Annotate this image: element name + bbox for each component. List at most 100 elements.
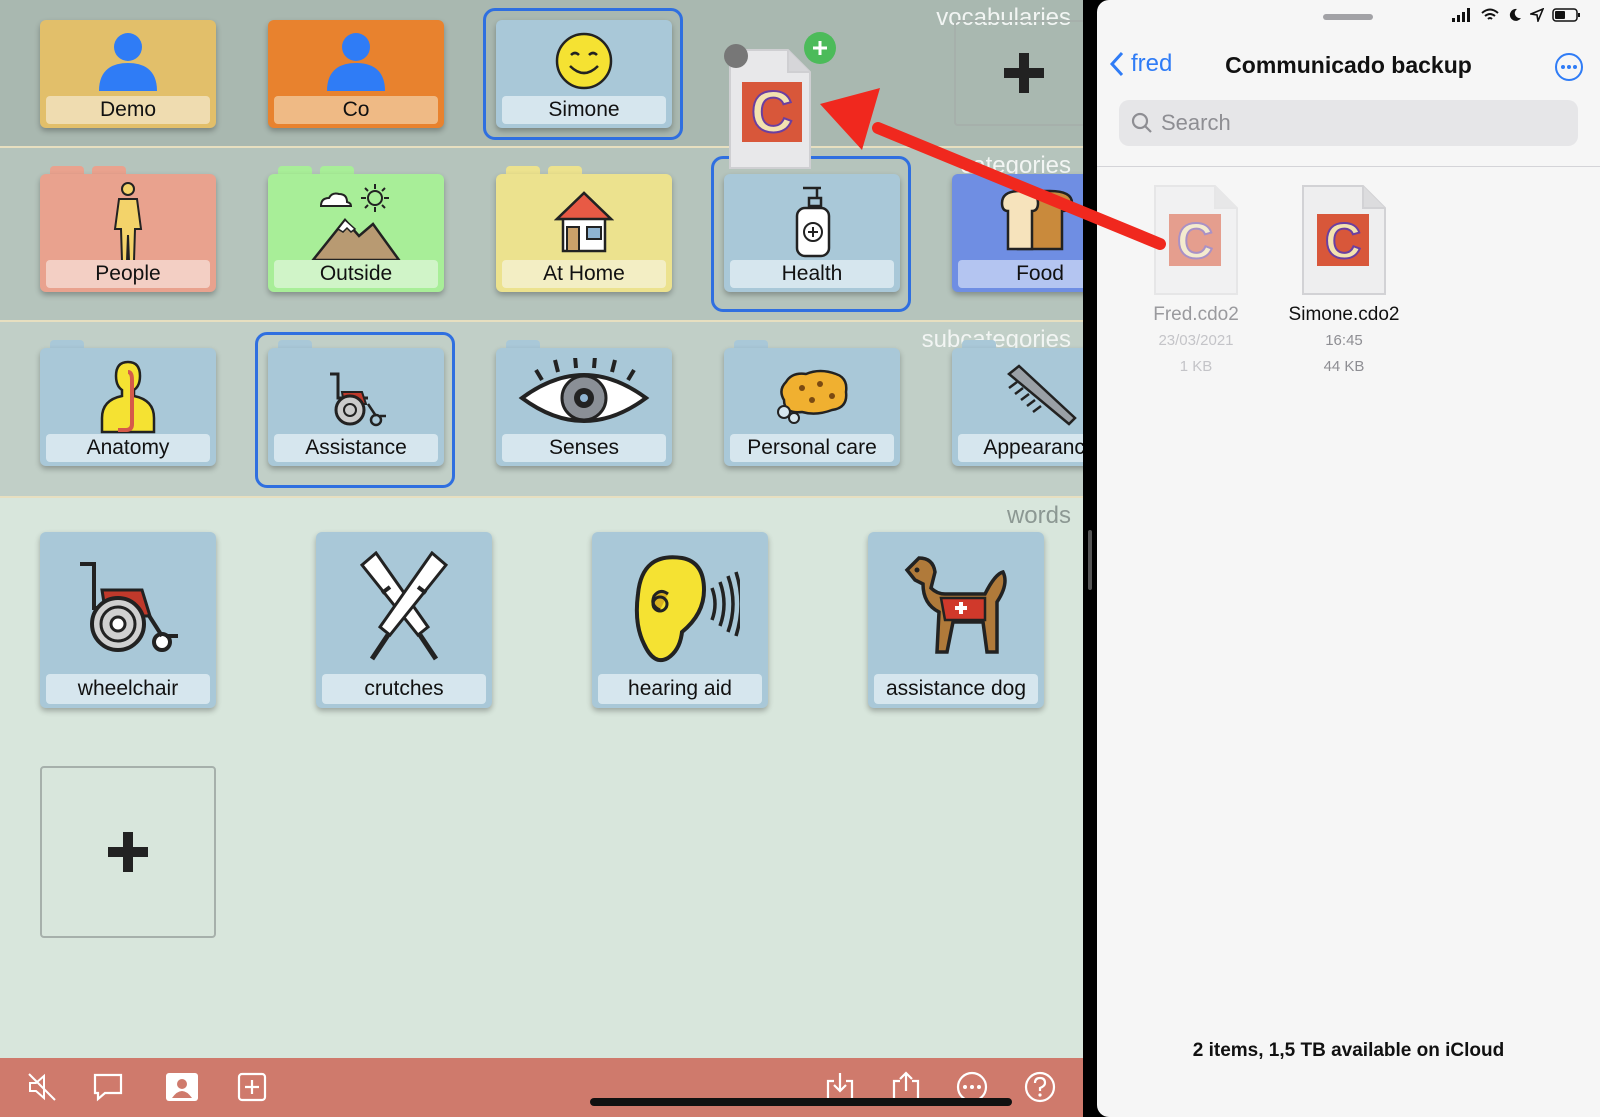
subcategories-section: subcategories Anatomy Assistance Senses … [0, 322, 1083, 498]
crutches-icon [359, 551, 449, 661]
drag-count-badge [724, 44, 748, 68]
panel-grabber[interactable] [1323, 14, 1373, 20]
word-card-wheelchair[interactable]: wheelchair [40, 532, 216, 708]
category-label: Health [730, 260, 894, 288]
mute-button[interactable] [24, 1069, 60, 1105]
file-item-simone[interactable]: C Simone.cdo2 16:45 44 KB [1269, 184, 1419, 378]
vocabulary-app: vocabularies Demo Co Simone categories P… [0, 0, 1083, 1117]
sponge-icon [777, 369, 848, 424]
subcategory-folder-senses[interactable]: Senses [496, 340, 672, 466]
file-date: 16:45 [1325, 332, 1363, 349]
storage-summary: 2 items, 1,5 TB available on iCloud [1192, 1040, 1505, 1061]
wifi-icon [1481, 8, 1499, 20]
subcategory-label: Assistance [274, 434, 438, 462]
file-name: Simone.cdo2 [1288, 304, 1400, 325]
word-card-hearing-aid[interactable]: hearing aid [592, 532, 768, 708]
signal-icon [1452, 8, 1470, 22]
subcategory-label: Appearance [958, 434, 1083, 462]
sanitizer-icon [795, 186, 831, 258]
folder-title: Communicado backup [1225, 52, 1472, 78]
location-icon [1530, 8, 1544, 22]
word-card-crutches[interactable]: crutches [316, 532, 492, 708]
vocabulary-tile-co[interactable]: Co [268, 20, 444, 128]
help-button[interactable] [1022, 1069, 1058, 1105]
battery-icon [1552, 8, 1580, 22]
comb-icon [1007, 364, 1077, 426]
subcategory-label: Anatomy [46, 434, 210, 462]
category-folder-health[interactable]: Health [724, 166, 900, 292]
bread-icon [1000, 189, 1074, 251]
split-view-divider[interactable] [1083, 0, 1097, 1117]
help-icon [1024, 1071, 1056, 1103]
word-label: crutches [322, 674, 486, 704]
wheelchair-icon [330, 372, 386, 427]
subcategory-label: Personal care [730, 434, 894, 462]
search-field[interactable]: Search [1119, 100, 1578, 146]
add-square-icon [237, 1072, 267, 1102]
add-badge [804, 32, 836, 64]
dragged-file-preview[interactable]: C [724, 32, 836, 170]
bottom-toolbar [0, 1058, 1083, 1117]
file-name: Fred.cdo2 [1153, 304, 1239, 325]
vocabulary-tile-demo[interactable]: Demo [40, 20, 216, 128]
category-folder-outside[interactable]: Outside [268, 166, 444, 292]
add-word-button[interactable] [40, 766, 216, 938]
folder-options-button[interactable] [1554, 52, 1584, 82]
eye-icon [518, 358, 650, 423]
category-folder-food[interactable]: Food [952, 166, 1083, 292]
file-date: 23/03/2021 [1158, 332, 1234, 349]
subcategory-folder-appearance[interactable]: Appearance [952, 340, 1083, 466]
home-indicator[interactable] [590, 1098, 1012, 1106]
contact-card-icon [166, 1073, 198, 1101]
ellipsis-circle-icon [1555, 53, 1583, 81]
category-label: Food [958, 260, 1083, 288]
section-label-words: words [1006, 502, 1071, 529]
file-size: 1 KB [1179, 358, 1213, 375]
house-icon [553, 191, 615, 253]
files-panel: fred Communicado backup Search C Fred.cd… [1097, 0, 1600, 1117]
smiley-icon [555, 32, 613, 90]
mountains-icon [311, 184, 401, 262]
document-icon: C [1302, 185, 1386, 295]
words-section: words wheelchair crutches hearing aid as… [0, 498, 1083, 1058]
anatomy-icon [100, 360, 156, 434]
add-vocabulary-button[interactable] [954, 20, 1083, 126]
status-bar-icons [1452, 8, 1582, 22]
search-placeholder: Search [1161, 110, 1231, 135]
word-card-assistance-dog[interactable]: assistance dog [868, 532, 1044, 708]
category-label: At Home [502, 260, 666, 288]
vocabularies-section: vocabularies Demo Co Simone [0, 0, 1083, 148]
category-folder-people[interactable]: People [40, 166, 216, 292]
profile-button[interactable] [164, 1069, 200, 1105]
ear-icon [634, 555, 740, 663]
document-icon: C [1154, 185, 1238, 295]
add-item-button[interactable] [234, 1069, 270, 1105]
divider-line [1097, 166, 1600, 167]
svg-text:C: C [1325, 213, 1361, 269]
person-icon [99, 33, 157, 91]
word-label: wheelchair [46, 674, 210, 704]
split-view-handle[interactable] [1088, 530, 1092, 590]
speech-button[interactable] [90, 1069, 126, 1105]
subcategory-folder-anatomy[interactable]: Anatomy [40, 340, 216, 466]
file-size: 44 KB [1323, 358, 1365, 375]
category-label: Outside [274, 260, 438, 288]
search-icon [1131, 112, 1152, 133]
vocabulary-tile-simone[interactable]: Simone [496, 20, 672, 128]
person-icon [327, 33, 385, 91]
categories-section: categories People Outside At Home Health [0, 148, 1083, 322]
subcategory-folder-assistance[interactable]: Assistance [268, 340, 444, 466]
category-label: People [46, 260, 210, 288]
svg-text:C: C [1177, 213, 1213, 269]
word-label: hearing aid [598, 674, 762, 704]
svg-text:C: C [751, 80, 793, 145]
mute-icon [28, 1073, 56, 1101]
file-item-fred[interactable]: C Fred.cdo2 23/03/2021 1 KB [1121, 184, 1271, 378]
word-label: assistance dog [874, 674, 1038, 704]
vocabulary-label: Co [274, 96, 438, 124]
category-folder-at-home[interactable]: At Home [496, 166, 672, 292]
vocabulary-label: Simone [502, 96, 666, 124]
speech-bubble-icon [93, 1073, 123, 1102]
subcategory-folder-personal-care[interactable]: Personal care [724, 340, 900, 466]
plus-icon [813, 41, 827, 55]
